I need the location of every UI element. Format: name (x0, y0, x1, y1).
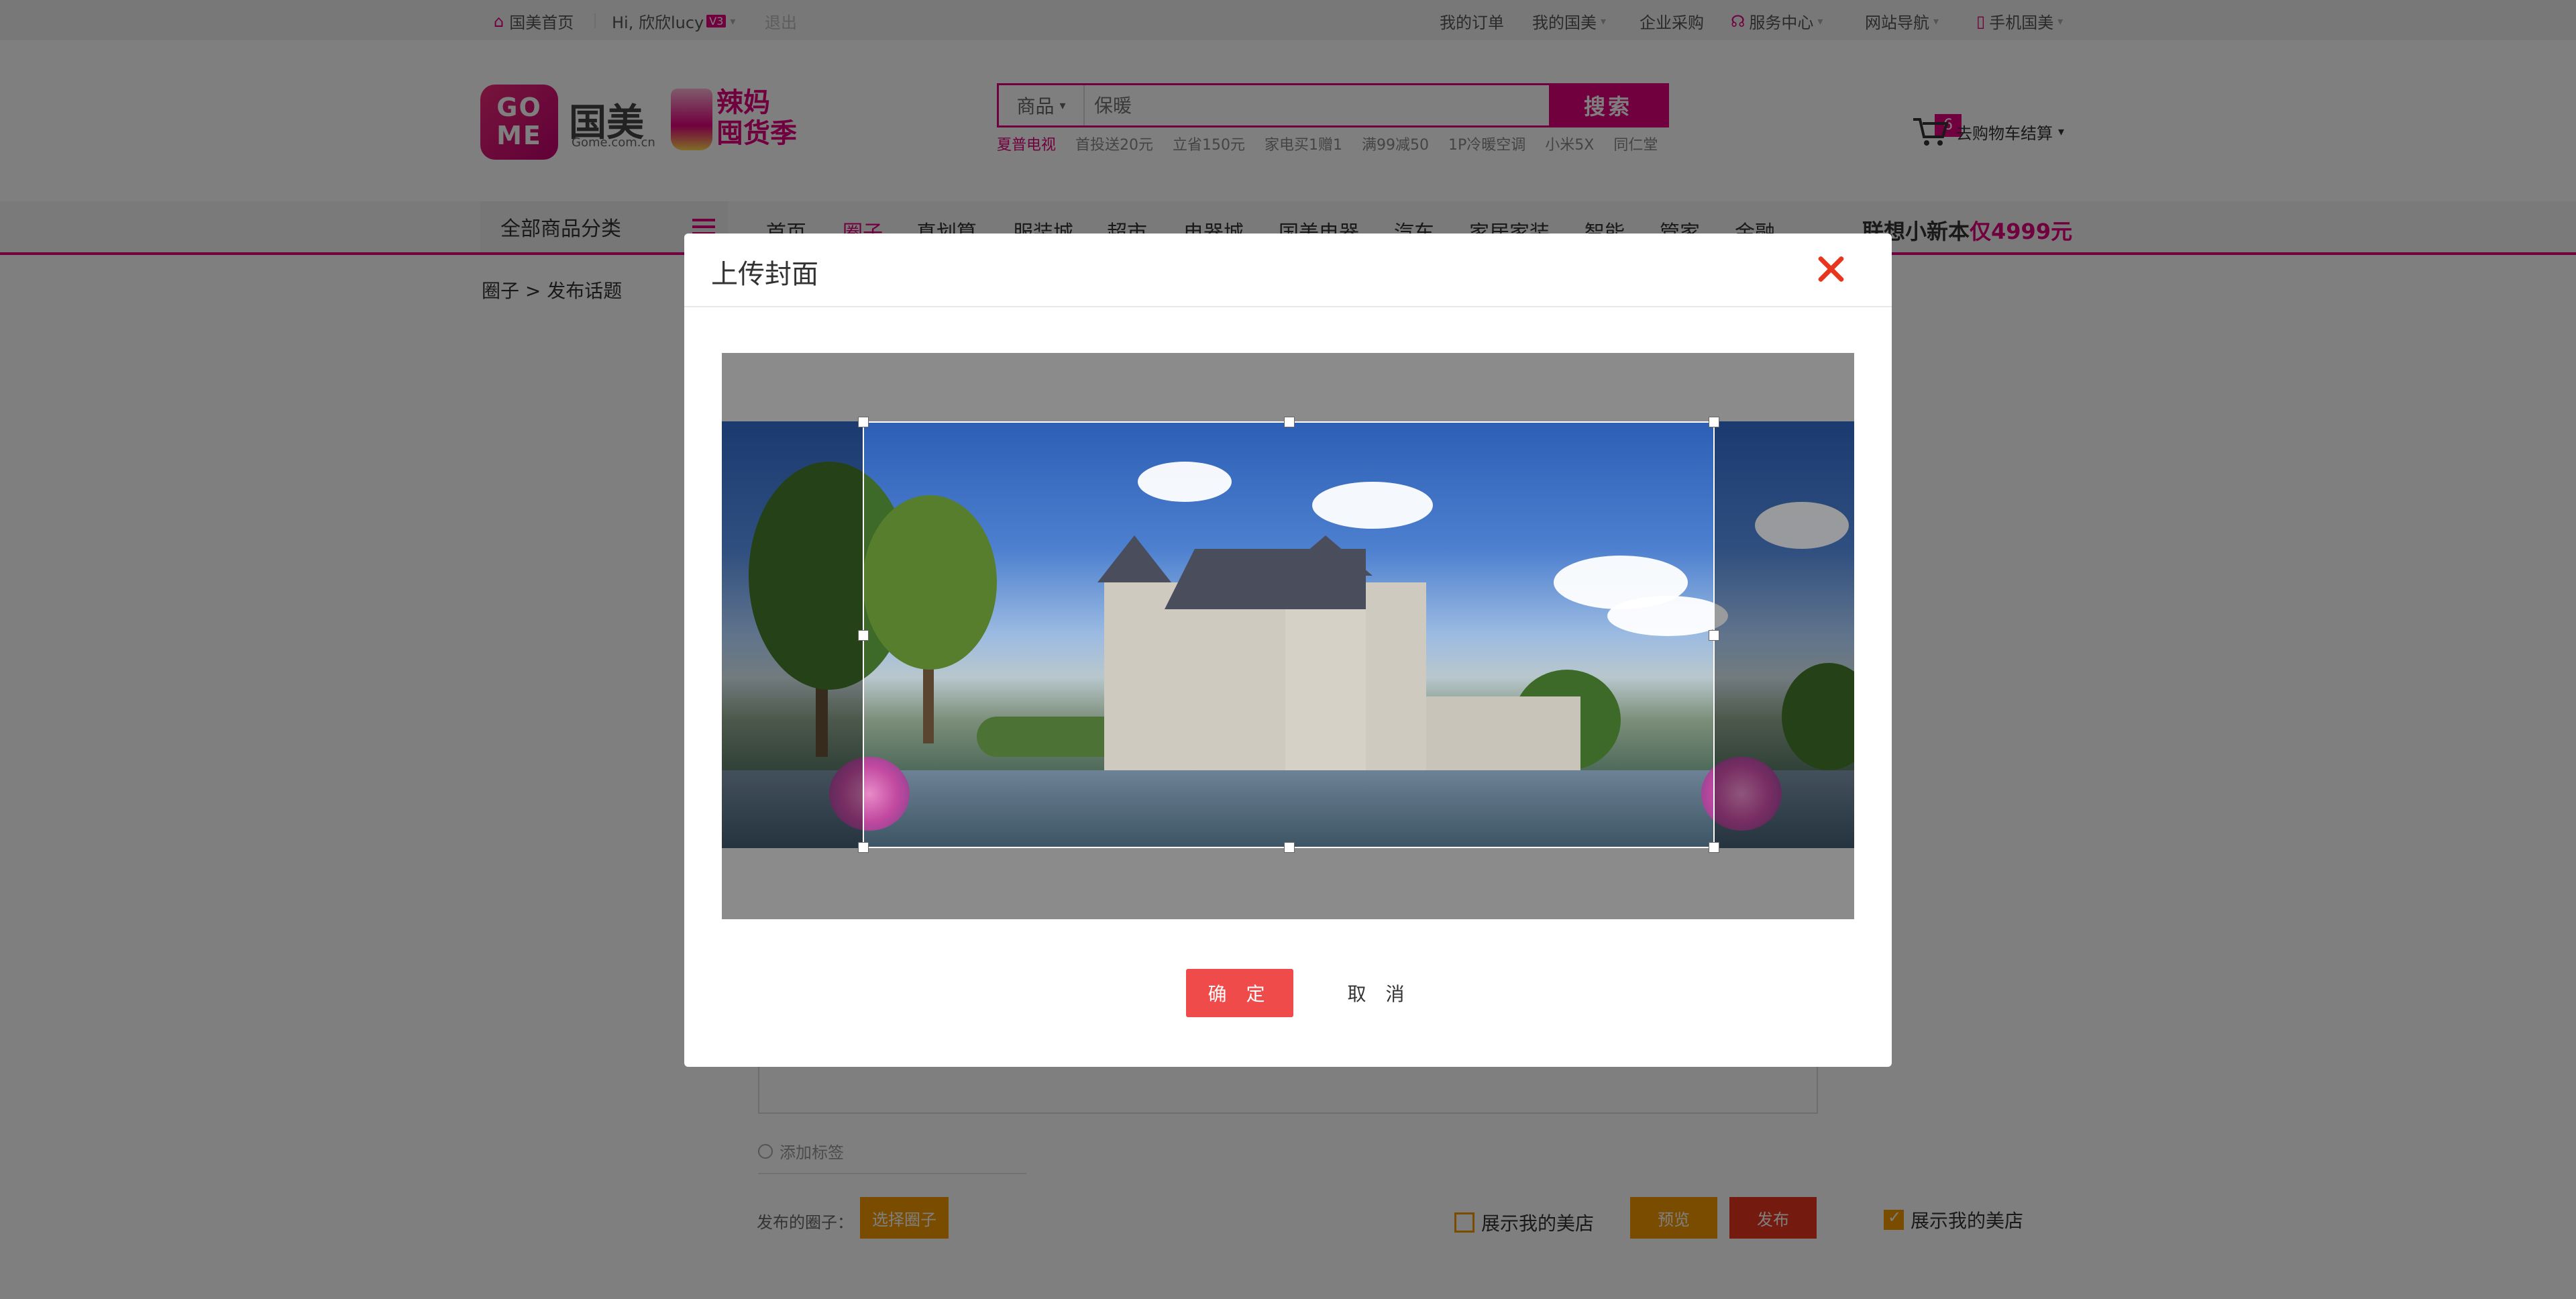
crop-stage (722, 353, 1854, 919)
upload-cover-dialog: 上传封面 确 定 取 消 (684, 233, 1892, 1067)
crop-selection[interactable] (858, 417, 1719, 853)
crop-mask-left (722, 421, 863, 848)
dialog-header: 上传封面 (684, 233, 1892, 307)
crop-handle-right[interactable] (1709, 630, 1719, 641)
dialog-title: 上传封面 (711, 259, 818, 290)
crop-handle-bottom-right[interactable] (1709, 842, 1719, 853)
confirm-button[interactable]: 确 定 (1186, 969, 1293, 1017)
crop-handle-top[interactable] (1284, 417, 1295, 427)
close-icon[interactable] (1813, 251, 1849, 287)
crop-mask-right (1715, 421, 1854, 848)
crop-handle-bottom-left[interactable] (858, 842, 869, 853)
cancel-button[interactable]: 取 消 (1326, 969, 1433, 1017)
crop-handle-top-left[interactable] (858, 417, 869, 427)
crop-handle-top-right[interactable] (1709, 417, 1719, 427)
crop-handle-bottom[interactable] (1284, 842, 1295, 853)
crop-handle-left[interactable] (858, 630, 869, 641)
